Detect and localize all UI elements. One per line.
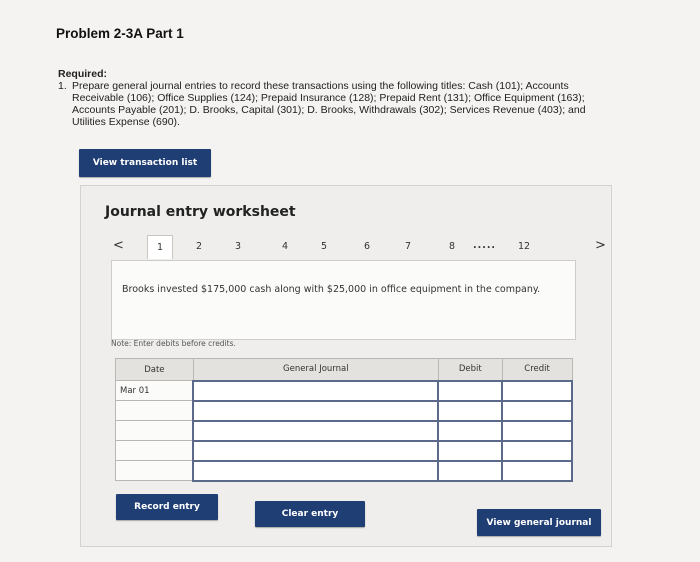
view-general-journal-button[interactable]: View general journal [477, 509, 601, 536]
pager-page-1[interactable]: 1 [147, 235, 173, 259]
journal-header-row: Date General Journal Debit Credit [115, 358, 573, 381]
date-cell [115, 400, 194, 421]
debit-input[interactable] [437, 399, 504, 422]
worksheet-title: Journal entry worksheet [105, 204, 296, 220]
journal-row [115, 419, 573, 442]
date-cell [115, 460, 194, 481]
pager-ellipsis: ..... [473, 240, 497, 251]
transaction-text: Brooks invested $175,000 cash along with… [122, 284, 541, 295]
view-transaction-list-button[interactable]: View transaction list [79, 149, 211, 177]
account-input[interactable] [192, 439, 440, 462]
required-item-number: 1. [58, 80, 67, 92]
credit-input[interactable] [501, 399, 573, 422]
journal-row [115, 459, 573, 482]
debit-input[interactable] [437, 459, 504, 482]
required-section: Required: 1. Prepare general journal ent… [58, 68, 618, 128]
journal-row [115, 399, 573, 422]
pager-page-3[interactable]: 3 [228, 241, 248, 252]
transaction-panel: Brooks invested $175,000 cash along with… [111, 260, 576, 340]
journal-table: Date General Journal Debit Credit Mar 01 [115, 358, 573, 482]
date-cell [115, 440, 194, 461]
journal-entry-worksheet: Journal entry worksheet < 1 2 3 4 5 6 7 … [80, 185, 612, 547]
record-entry-button[interactable]: Record entry [116, 494, 218, 520]
account-input[interactable] [192, 399, 440, 422]
date-cell [115, 420, 194, 441]
pager-page-5[interactable]: 5 [314, 241, 334, 252]
required-item-text: Prepare general journal entries to recor… [72, 80, 586, 128]
pager-page-2[interactable]: 2 [189, 241, 209, 252]
account-input[interactable] [192, 379, 440, 402]
pager-page-6[interactable]: 6 [357, 241, 377, 252]
debit-input[interactable] [437, 439, 504, 462]
pager-page-7[interactable]: 7 [398, 241, 418, 252]
debit-input[interactable] [437, 419, 504, 442]
general-journal-header: General Journal [192, 358, 439, 381]
journal-row [115, 439, 573, 462]
worksheet-pager: < 1 2 3 4 5 6 7 8 ..... 12 > [111, 235, 609, 260]
credit-input[interactable] [501, 379, 573, 402]
debit-input[interactable] [437, 379, 504, 402]
clear-entry-button[interactable]: Clear entry [255, 501, 365, 527]
required-label: Required: [58, 68, 108, 80]
pager-page-12[interactable]: 12 [514, 241, 534, 252]
page-title: Problem 2-3A Part 1 [56, 26, 184, 41]
account-input[interactable] [192, 419, 440, 442]
credit-input[interactable] [501, 419, 573, 442]
credit-input[interactable] [501, 439, 573, 462]
debit-header: Debit [437, 358, 503, 381]
account-input[interactable] [192, 459, 440, 482]
credit-input[interactable] [501, 459, 573, 482]
journal-row: Mar 01 [115, 379, 573, 402]
date-header: Date [115, 358, 194, 381]
pager-prev-icon[interactable]: < [113, 238, 124, 253]
entry-note: Note: Enter debits before credits. [111, 339, 236, 348]
pager-page-4[interactable]: 4 [275, 241, 295, 252]
pager-page-8[interactable]: 8 [442, 241, 462, 252]
date-cell: Mar 01 [115, 380, 194, 401]
credit-header: Credit [501, 358, 573, 381]
required-item: 1. Prepare general journal entries to re… [58, 80, 618, 128]
pager-next-icon[interactable]: > [595, 238, 606, 253]
